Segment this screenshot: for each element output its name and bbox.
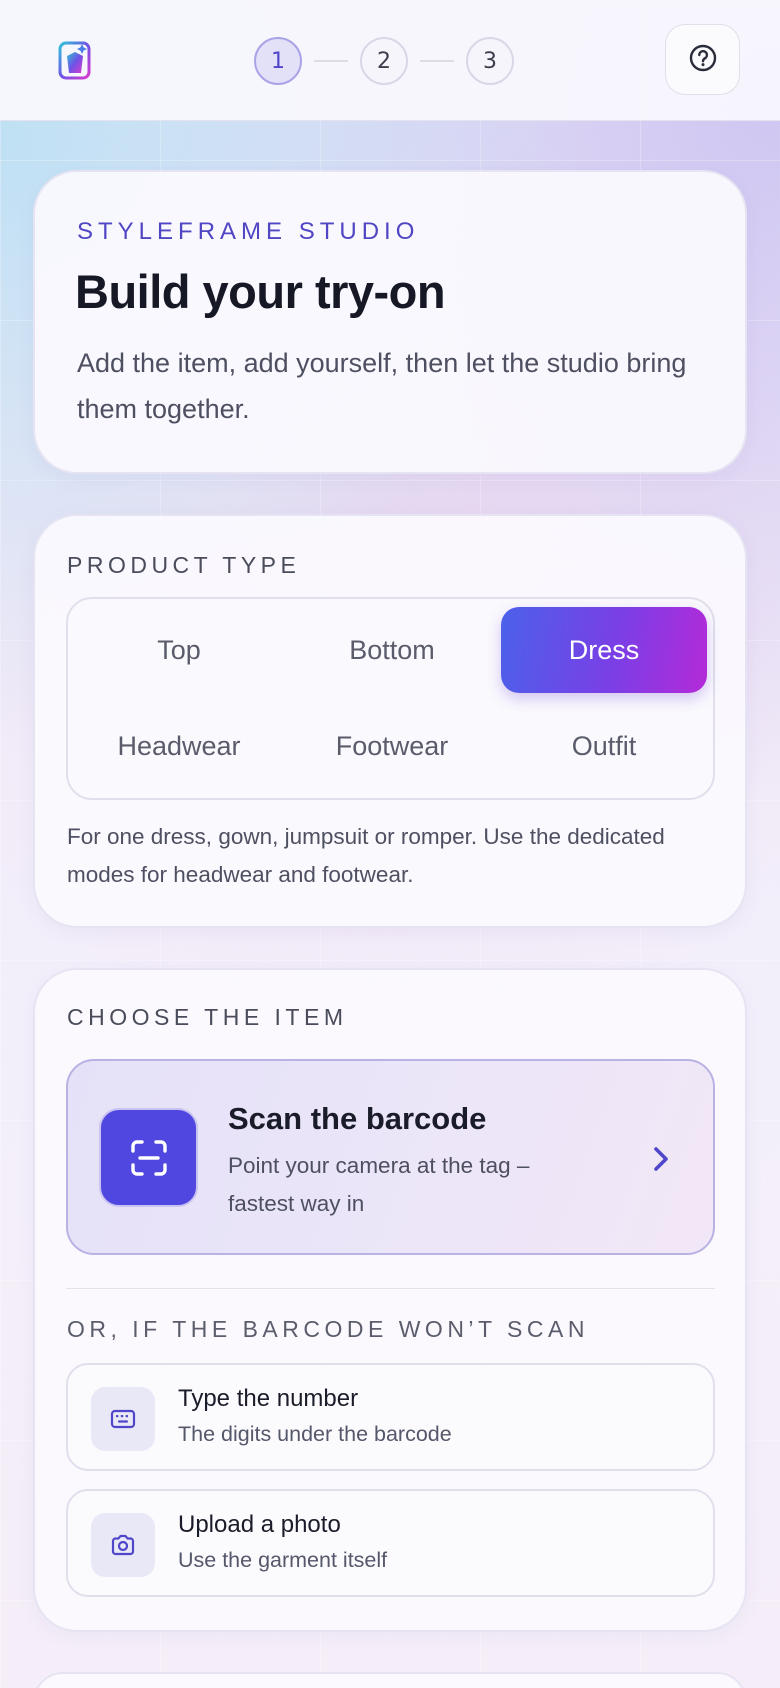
camera-icon [91, 1513, 155, 1577]
product-type-selector: Top Bottom Dress Headwear Footwear Outfi… [66, 597, 715, 800]
step-indicator: 1 2 3 [254, 37, 514, 85]
next-section-card [33, 1672, 747, 1688]
upload-photo-subtitle: Use the garment itself [178, 1548, 388, 1572]
product-type-label: PRODUCT TYPE [67, 552, 301, 578]
step-1[interactable]: 1 [254, 37, 302, 85]
logo-icon[interactable] [58, 40, 92, 80]
page-title: Build your try-on [75, 265, 446, 318]
divider [66, 1288, 715, 1289]
step-3[interactable]: 3 [466, 37, 514, 85]
product-type-note: For one dress, gown, jumpsuit or romper.… [67, 824, 665, 887]
step-connector [314, 60, 348, 62]
hero-card: STYLEFRAME STUDIO Build your try-on Add … [33, 170, 747, 474]
chevron-right-icon [650, 1144, 672, 1174]
upload-photo-button[interactable]: Upload a photo Use the garment itself [66, 1489, 715, 1597]
product-type-outfit[interactable]: Outfit [501, 703, 707, 789]
step-2[interactable]: 2 [360, 37, 408, 85]
product-type-headwear[interactable]: Headwear [76, 703, 282, 789]
brand-eyebrow: STYLEFRAME STUDIO [77, 218, 420, 245]
upload-photo-title: Upload a photo [178, 1511, 341, 1538]
product-type-footwear[interactable]: Footwear [289, 703, 495, 789]
page-subtitle: Add the item, add yourself, then let the… [77, 348, 687, 424]
choose-item-label: CHOOSE THE ITEM [67, 1004, 348, 1030]
barcode-scan-icon [99, 1108, 198, 1207]
fallback-label: OR, IF THE BARCODE WON’T SCAN [67, 1316, 589, 1342]
scan-subtitle: Point your camera at the tag – fastest w… [228, 1153, 530, 1216]
type-number-title: Type the number [178, 1385, 359, 1412]
product-type-card: PRODUCT TYPE Top Bottom Dress Headwear F… [33, 514, 747, 928]
scan-title: Scan the barcode [228, 1101, 487, 1136]
help-circle-icon [688, 43, 718, 77]
product-type-dress[interactable]: Dress [501, 607, 707, 693]
type-number-button[interactable]: Type the number The digits under the bar… [66, 1363, 715, 1471]
keyboard-icon [91, 1387, 155, 1451]
product-type-bottom[interactable]: Bottom [289, 607, 495, 693]
scan-barcode-button[interactable]: Scan the barcode Point your camera at th… [66, 1059, 715, 1255]
top-bar: 1 2 3 [0, 0, 780, 121]
choose-item-card: CHOOSE THE ITEM Scan the barcode Point y… [33, 968, 747, 1632]
type-number-subtitle: The digits under the barcode [178, 1422, 452, 1446]
step-connector [420, 60, 454, 62]
help-button[interactable] [665, 24, 740, 95]
product-type-top[interactable]: Top [76, 607, 282, 693]
